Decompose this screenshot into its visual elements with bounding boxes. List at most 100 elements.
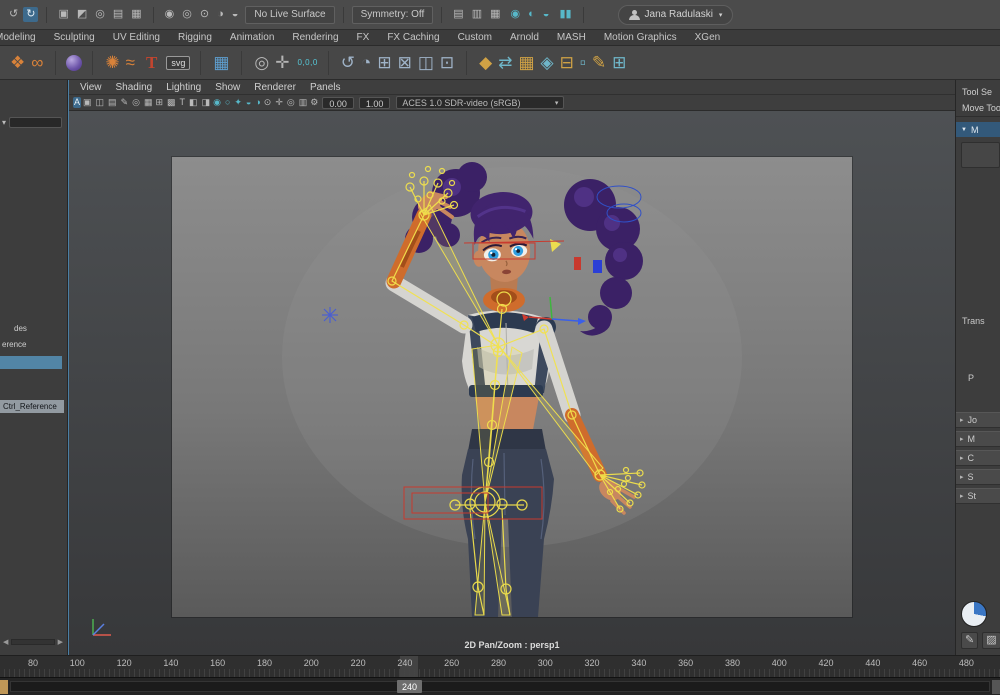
shelf-tab[interactable]: Custom (449, 30, 501, 45)
range-handle-right[interactable] (992, 680, 1000, 694)
lighting-icon[interactable]: ◉ (212, 97, 222, 108)
shelf-tab[interactable]: Modeling (0, 30, 45, 45)
scroll-track[interactable] (11, 639, 55, 645)
shading-icon[interactable]: ⊙ (263, 97, 273, 108)
colorspace-dropdown[interactable]: ACES 1.0 SDR-video (sRGB) ▾ (396, 96, 565, 109)
constraint-icon[interactable]: ↺ (339, 54, 357, 71)
selection-mask-icon[interactable]: ▤ (110, 7, 126, 22)
symmetry-dropdown[interactable]: Symmetry: Off (351, 5, 434, 24)
viewport-menu[interactable]: Show (208, 82, 247, 93)
display-icon[interactable]: ▤ (107, 97, 118, 108)
selection-mask-icon[interactable]: ◎ (92, 7, 108, 22)
viewport-menu[interactable]: Panels (303, 82, 348, 93)
ipr-render-icon[interactable]: ◉ (508, 7, 524, 22)
display-icon[interactable]: ▦ (143, 97, 154, 108)
ipr-render-icon[interactable]: ◒ (540, 7, 553, 22)
viewport-menu[interactable]: View (73, 82, 109, 93)
tool-section-row[interactable]: ▸ Jo (956, 412, 1000, 428)
undo-redo-icon[interactable]: ↺ (6, 7, 21, 22)
camera-icon[interactable]: T (179, 97, 187, 108)
shelf-tab[interactable]: Motion Graphics (595, 30, 686, 45)
deform-tool-icon[interactable]: ≈ (124, 54, 137, 71)
viewport-menu[interactable]: Shading (109, 82, 160, 93)
rigging-tool-icon[interactable]: ▫ (578, 54, 588, 71)
curve-tool-icon[interactable]: ∞ (29, 54, 45, 71)
measure-tool-icon[interactable]: ◎ (252, 54, 271, 71)
exposure-field[interactable]: 0.00 (322, 96, 354, 109)
shelf-tab[interactable]: FX Caching (378, 30, 448, 45)
curve-tool-icon[interactable]: ❖ (8, 54, 27, 71)
gear-icon[interactable]: ⚙ (309, 97, 319, 108)
rigging-tool-icon[interactable]: ▦ (516, 54, 536, 71)
outliner-item-ctrl-reference[interactable]: Ctrl_Reference (0, 400, 64, 413)
tool-section-row[interactable]: ▸ St (956, 488, 1000, 504)
display-icon[interactable]: ◎ (131, 97, 141, 108)
svg-tool-icon[interactable]: svg (166, 55, 191, 70)
outliner-item[interactable]: des (14, 324, 27, 333)
tool-header[interactable]: ▼ M (956, 122, 1000, 137)
shelf-tab[interactable]: Animation (221, 30, 283, 45)
snap-icon[interactable]: ◑ (214, 7, 227, 22)
lighting-icon[interactable]: ◑ (254, 97, 261, 108)
snap-icon[interactable]: ⊙ (197, 7, 212, 22)
rigging-tool-icon[interactable]: ✎ (590, 54, 608, 71)
rigging-tool-icon[interactable]: ⊟ (558, 54, 576, 71)
time-slider[interactable]: 80 100 120 140 160 180 200 220 240 260 280 300 320 34… (0, 655, 1000, 677)
display-icon[interactable]: ▣ (82, 97, 93, 108)
shading-icon[interactable]: ▥ (298, 97, 309, 108)
shelf-tab[interactable]: XGen (686, 30, 730, 45)
selection-mask-icon[interactable]: ▦ (128, 7, 144, 22)
shading-icon[interactable]: ✛ (274, 97, 284, 108)
selection-mask-icon[interactable]: ▣ (55, 7, 71, 22)
tool-dial-icon[interactable] (961, 601, 987, 627)
constraint-icon[interactable]: ⊞ (375, 54, 393, 71)
selection-mask-icon[interactable]: ◩ (74, 7, 90, 22)
measure-tool-icon[interactable]: ✛ (273, 54, 291, 71)
display-icon[interactable]: ◫ (95, 97, 106, 108)
live-surface-dropdown[interactable]: No Live Surface (245, 5, 335, 24)
display-icon[interactable]: ✎ (120, 97, 130, 108)
shelf-tab[interactable]: MASH (548, 30, 595, 45)
camera-icon[interactable]: ▩ (166, 97, 177, 108)
range-track[interactable] (10, 681, 990, 692)
table-grid-icon[interactable]: ▦ (211, 54, 231, 71)
rigging-tool-icon[interactable]: ⇄ (496, 54, 514, 71)
current-frame-field[interactable]: 240 (397, 680, 423, 693)
scroll-right-icon[interactable]: ▶ (57, 638, 64, 647)
outliner-scrollbar[interactable]: ◀ ▶ (2, 637, 64, 647)
undo-redo-icon[interactable]: ↻ (23, 7, 39, 22)
range-slider[interactable]: 240 (0, 677, 1000, 695)
outliner-selected-item[interactable] (0, 356, 62, 369)
chevron-down-icon[interactable]: ▾ (2, 118, 6, 127)
rigging-tool-icon[interactable]: ◆ (477, 54, 494, 71)
tool-section-row[interactable]: ▸ S (956, 469, 1000, 485)
account-dropdown[interactable]: Jana Radulaski ▾ (617, 4, 734, 25)
shelf-tab[interactable]: Sculpting (45, 30, 104, 45)
camera-icon[interactable]: ◨ (201, 97, 212, 108)
render-view-icon[interactable]: ▦ (487, 7, 503, 22)
rigging-tool-icon[interactable]: ⊞ (610, 54, 628, 71)
snap-icon[interactable]: ◒ (229, 7, 242, 22)
shelf-tab[interactable]: UV Editing (104, 30, 169, 45)
ipr-render-icon[interactable]: ◐ (525, 7, 538, 22)
snap-icon[interactable]: ◎ (179, 7, 195, 22)
tool-section-row[interactable]: ▸ M (956, 431, 1000, 447)
shelf-tab[interactable]: Arnold (501, 30, 548, 45)
snap-icon[interactable]: ◉ (162, 7, 178, 22)
type-tool-icon[interactable]: T (143, 53, 160, 73)
select-highlight-icon[interactable]: A (73, 97, 82, 108)
eraser-icon[interactable]: ▨ (982, 632, 1000, 649)
lighting-icon[interactable]: ✦ (233, 97, 243, 108)
constraint-icon[interactable]: ⊠ (396, 54, 414, 71)
viewport-menu[interactable]: Lighting (159, 82, 208, 93)
constraint-icon[interactable]: ◫ (416, 54, 436, 71)
shelf-tab[interactable]: Rendering (283, 30, 347, 45)
viewport-canvas[interactable]: 2D Pan/Zoom : persp1 (69, 111, 955, 655)
rigging-tool-icon[interactable]: ◈ (539, 54, 556, 71)
poly-sphere-icon[interactable] (66, 54, 83, 71)
pause-icon[interactable]: ▮▮ (556, 7, 574, 22)
constraint-icon[interactable]: ⊡ (438, 54, 456, 71)
coords-tool-icon[interactable]: 0,0,0 (297, 58, 317, 67)
range-handle-left[interactable] (0, 680, 8, 694)
shading-icon[interactable]: ◎ (286, 97, 296, 108)
